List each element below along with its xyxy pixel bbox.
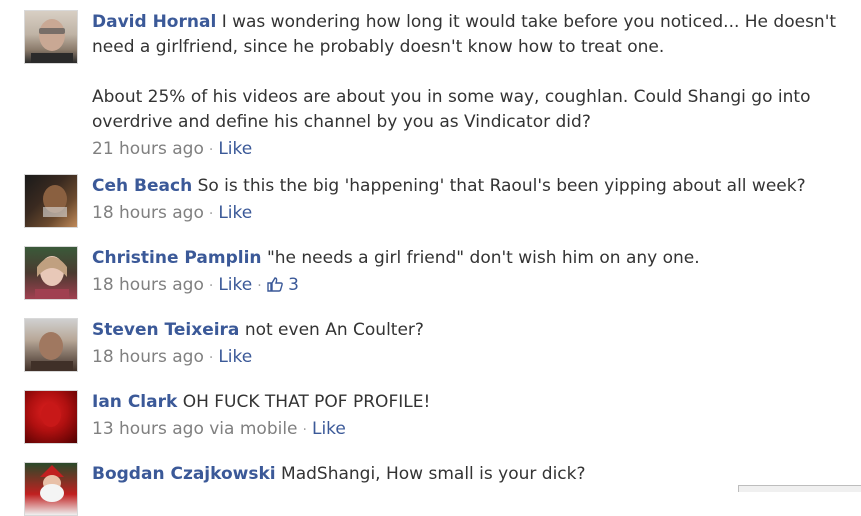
- avatar[interactable]: [24, 390, 78, 444]
- comment-meta: 13 hours ago via mobile · Like: [92, 417, 844, 443]
- comment-text: Bogdan Czajkowski MadShangi, How small i…: [92, 462, 844, 487]
- comment-meta: 18 hours ago · Like: [92, 345, 844, 371]
- comment-body: "he needs a girl friend" don't wish him …: [266, 248, 700, 268]
- separator-dot: ·: [208, 278, 214, 294]
- separator-dot: ·: [257, 278, 262, 294]
- comment-text: Christine Pamplin "he needs a girl frien…: [92, 246, 844, 271]
- thumbs-up-icon[interactable]: [266, 275, 283, 295]
- comment-body-paragraph: About 25% of his videos are about you in…: [92, 87, 811, 132]
- comment-text: Ceh Beach So is this the big 'happening'…: [92, 174, 844, 199]
- avatar[interactable]: [24, 174, 78, 228]
- avatar-image: [35, 256, 69, 299]
- separator-dot: ·: [208, 350, 214, 366]
- avatar-image: [40, 465, 64, 502]
- author-link[interactable]: Bogdan Czajkowski: [92, 464, 276, 484]
- avatar[interactable]: [24, 10, 78, 64]
- like-link[interactable]: Like: [218, 347, 252, 367]
- avatar[interactable]: [24, 246, 78, 300]
- timestamp[interactable]: 21 hours ago: [92, 139, 204, 159]
- comment-meta: 18 hours ago · Like · 3: [92, 273, 844, 299]
- separator-dot: ·: [208, 206, 214, 222]
- avatar-image: [43, 185, 67, 217]
- timestamp[interactable]: 18 hours ago: [92, 203, 204, 223]
- avatar-image: [31, 332, 73, 371]
- comment-body: OH FUCK THAT POF PROFILE!: [182, 392, 431, 412]
- comment-text: David Hornal I was wondering how long it…: [92, 10, 844, 135]
- avatar[interactable]: [24, 462, 78, 516]
- like-link[interactable]: Like: [218, 275, 252, 295]
- like-link[interactable]: Like: [218, 139, 252, 159]
- avatar-image: [41, 403, 61, 427]
- separator-dot: ·: [208, 142, 214, 158]
- author-link[interactable]: Christine Pamplin: [92, 248, 262, 268]
- author-link[interactable]: Ian Clark: [92, 392, 177, 412]
- like-count[interactable]: 3: [288, 275, 299, 295]
- separator-dot: ·: [302, 422, 307, 438]
- horizontal-scrollbar[interactable]: [738, 485, 861, 492]
- comment-body: So is this the big 'happening' that Raou…: [197, 176, 806, 196]
- author-link[interactable]: David Hornal: [92, 12, 216, 32]
- timestamp[interactable]: 18 hours ago: [92, 347, 204, 367]
- comment-body: MadShangi, How small is your dick?: [281, 464, 586, 484]
- avatar[interactable]: [24, 318, 78, 372]
- timestamp[interactable]: 18 hours ago: [92, 275, 204, 295]
- comment-body: not even An Coulter?: [244, 320, 424, 340]
- like-link[interactable]: Like: [218, 203, 252, 223]
- comment-meta: 21 hours ago · Like: [92, 137, 844, 163]
- author-link[interactable]: Steven Teixeira: [92, 320, 239, 340]
- comment-meta: 18 hours ago · Like: [92, 201, 844, 227]
- comment-text: Steven Teixeira not even An Coulter?: [92, 318, 844, 343]
- timestamp[interactable]: 13 hours ago via mobile: [92, 419, 298, 439]
- author-link[interactable]: Ceh Beach: [92, 176, 192, 196]
- comment-text: Ian Clark OH FUCK THAT POF PROFILE!: [92, 390, 844, 415]
- avatar-image: [31, 19, 73, 63]
- like-link[interactable]: Like: [312, 419, 346, 439]
